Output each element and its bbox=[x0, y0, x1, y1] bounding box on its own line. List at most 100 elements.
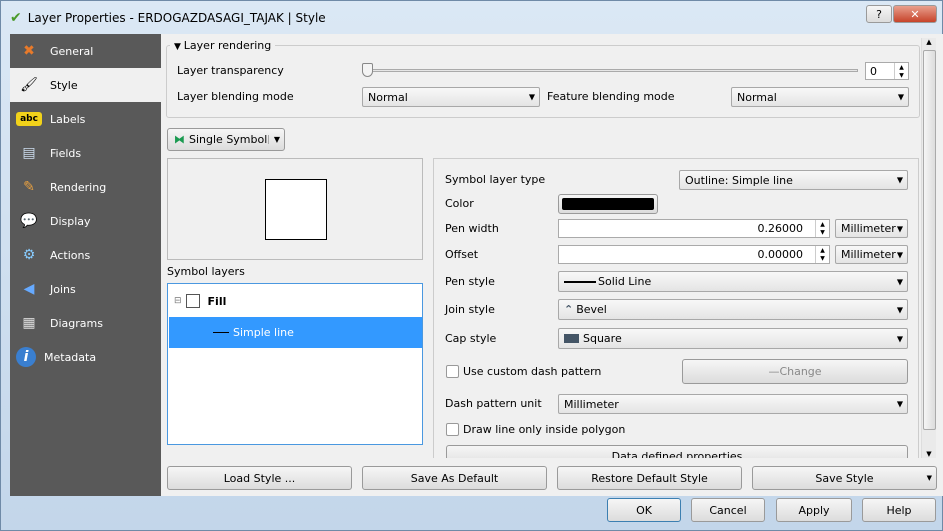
layer-rendering-toggle[interactable]: ▼ Layer rendering bbox=[170, 39, 276, 52]
sidebar-item-general[interactable]: ✖ General bbox=[10, 34, 161, 68]
color-swatch bbox=[562, 198, 654, 210]
dropdown-arrow-icon: ▼ bbox=[896, 305, 903, 314]
symbol-layers-tree[interactable]: ⊟ Fill Simple line bbox=[167, 283, 423, 445]
pen-style-combo[interactable]: Solid Line ▼ bbox=[558, 271, 908, 292]
sidebar-item-label: Diagrams bbox=[50, 316, 103, 330]
dropdown-arrow-icon: ▼ bbox=[896, 399, 903, 409]
chart-icon: ▦ bbox=[22, 315, 36, 331]
sidebar-item-label: Fields bbox=[50, 146, 82, 160]
custom-dash-label: Use custom dash pattern bbox=[463, 365, 602, 378]
custom-dash-checkbox[interactable] bbox=[446, 365, 459, 378]
sidebar-item-labels[interactable]: abc Labels bbox=[10, 102, 161, 136]
properties-scrollbar[interactable]: ▲ ▼ bbox=[921, 38, 936, 458]
scroll-down-icon[interactable]: ▼ bbox=[922, 450, 936, 458]
tree-item-label: Simple line bbox=[233, 326, 294, 339]
data-defined-properties-button[interactable]: Data defined properties bbox=[446, 445, 908, 458]
offset-spinbox[interactable]: 0.00000 ▲ ▼ bbox=[558, 245, 830, 264]
sidebar-item-metadata[interactable]: i Metadata bbox=[10, 340, 161, 374]
transparency-value: 0 bbox=[870, 64, 877, 78]
save-as-default-button[interactable]: Save As Default bbox=[362, 466, 547, 490]
cap-style-combo[interactable]: Square ▼ bbox=[558, 328, 908, 349]
ok-button[interactable]: OK bbox=[607, 498, 681, 522]
sidebar: ✖ General 🖌 Style abc Labels ▤ Fields ✎ Rende… bbox=[10, 34, 161, 496]
symbol-layers-label: Symbol layers bbox=[167, 265, 245, 278]
sidebar-item-style[interactable]: 🖌 Style bbox=[10, 68, 161, 102]
scrollbar-thumb[interactable] bbox=[923, 50, 936, 430]
dash-unit-label: Dash pattern unit bbox=[445, 397, 542, 410]
dropdown-arrow-icon: ▼ bbox=[896, 334, 903, 343]
sidebar-item-rendering[interactable]: ✎ Rendering bbox=[10, 170, 161, 204]
pen-width-unit-combo[interactable]: Millimeter ▼ bbox=[835, 219, 908, 238]
sidebar-item-joins[interactable]: ◀ Joins bbox=[10, 272, 161, 306]
sidebar-item-label: Labels bbox=[50, 112, 86, 126]
pen-width-label: Pen width bbox=[445, 222, 499, 235]
combo-value: Bevel bbox=[576, 303, 607, 316]
spin-arrows-icon[interactable]: ▲ ▼ bbox=[815, 246, 829, 263]
sidebar-item-fields[interactable]: ▤ Fields bbox=[10, 136, 161, 170]
load-style-button[interactable]: Load Style ... bbox=[167, 466, 352, 490]
inside-polygon-checkbox[interactable] bbox=[446, 423, 459, 436]
transparency-slider[interactable] bbox=[366, 69, 858, 72]
dropdown-arrow-icon: ▼ bbox=[896, 250, 903, 259]
button-label: Change bbox=[779, 365, 822, 378]
spin-arrows-icon[interactable]: ▲ ▼ bbox=[894, 63, 908, 79]
help-title-button[interactable]: ? bbox=[866, 5, 892, 23]
offset-value: 0.00000 bbox=[757, 248, 804, 261]
layer-blend-combo[interactable]: Normal ▼ bbox=[362, 87, 540, 107]
spin-arrows-icon[interactable]: ▲ ▼ bbox=[815, 220, 829, 237]
sidebar-item-label: Metadata bbox=[44, 350, 97, 364]
apply-button[interactable]: Apply bbox=[776, 498, 852, 522]
wrench-screwdriver-icon: ✖ bbox=[23, 43, 35, 59]
join-icon: ◀ bbox=[23, 281, 35, 297]
sidebar-item-label: Joins bbox=[50, 282, 76, 296]
gear-icon: ⚙ bbox=[22, 247, 36, 263]
change-dash-button[interactable]: — Change bbox=[682, 359, 908, 384]
combo-value: Normal bbox=[368, 90, 408, 104]
dash-unit-combo[interactable]: Millimeter ▼ bbox=[558, 394, 908, 414]
window-title: Layer Properties - ERDOGAZDASAGI_TAJAK |… bbox=[27, 11, 326, 25]
save-style-button[interactable]: Save Style ▼ bbox=[752, 466, 937, 490]
tree-item-simple-line[interactable]: Simple line bbox=[169, 317, 422, 348]
transparency-label: Layer transparency bbox=[177, 64, 284, 77]
sidebar-item-label: General bbox=[50, 44, 94, 58]
combo-value: Millimeter bbox=[564, 397, 619, 411]
help-button[interactable]: Help bbox=[862, 498, 936, 522]
type-label: Symbol layer type bbox=[445, 173, 546, 186]
speech-bubble-icon: 💬 bbox=[20, 213, 38, 229]
scroll-up-icon[interactable]: ▲ bbox=[922, 38, 936, 46]
pen-width-spinbox[interactable]: 0.26000 ▲ ▼ bbox=[558, 219, 830, 238]
sidebar-item-display[interactable]: 💬 Display bbox=[10, 204, 161, 238]
cancel-button[interactable]: Cancel bbox=[691, 498, 765, 522]
dropdown-arrow-icon: ▼ bbox=[267, 135, 280, 144]
symbol-preview bbox=[167, 158, 423, 260]
dropdown-arrow-icon: ▼ bbox=[897, 92, 904, 102]
symbol-layer-type-combo[interactable]: Outline: Simple line ▼ bbox=[679, 170, 908, 190]
bevel-join-icon: ⌃ bbox=[564, 303, 574, 316]
color-label: Color bbox=[445, 197, 474, 210]
sidebar-item-diagrams[interactable]: ▦ Diagrams bbox=[10, 306, 161, 340]
single-symbol-icon: ⧓ bbox=[174, 133, 185, 146]
join-style-label: Join style bbox=[445, 303, 495, 316]
offset-unit-combo[interactable]: Millimeter ▼ bbox=[835, 245, 908, 264]
transparency-spinbox[interactable]: 0 ▲ ▼ bbox=[865, 62, 909, 80]
close-button[interactable]: ✕ bbox=[893, 5, 937, 23]
square-cap-icon bbox=[564, 334, 579, 343]
collapse-icon[interactable]: ⊟ bbox=[174, 296, 182, 306]
paintbrush-icon: 🖌 bbox=[20, 77, 38, 93]
table-icon: ▤ bbox=[22, 145, 36, 161]
fill-symbol-icon bbox=[185, 294, 200, 308]
offset-label: Offset bbox=[445, 248, 479, 261]
tree-item-fill[interactable]: ⊟ Fill bbox=[168, 289, 226, 313]
cap-style-label: Cap style bbox=[445, 332, 497, 345]
feature-blend-combo[interactable]: Normal ▼ bbox=[731, 87, 909, 107]
restore-default-style-button[interactable]: Restore Default Style bbox=[557, 466, 742, 490]
combo-value: Square bbox=[583, 332, 622, 345]
group-title: Layer rendering bbox=[183, 39, 272, 52]
combo-value: Millimeter bbox=[841, 248, 896, 261]
renderer-combo[interactable]: ⧓ Single Symbol ▼ bbox=[167, 128, 285, 151]
transparency-slider-handle[interactable] bbox=[362, 63, 373, 77]
symbol-preview-square bbox=[265, 179, 327, 240]
color-button[interactable] bbox=[558, 194, 658, 214]
sidebar-item-actions[interactable]: ⚙ Actions bbox=[10, 238, 161, 272]
join-style-combo[interactable]: ⌃ Bevel ▼ bbox=[558, 299, 908, 320]
